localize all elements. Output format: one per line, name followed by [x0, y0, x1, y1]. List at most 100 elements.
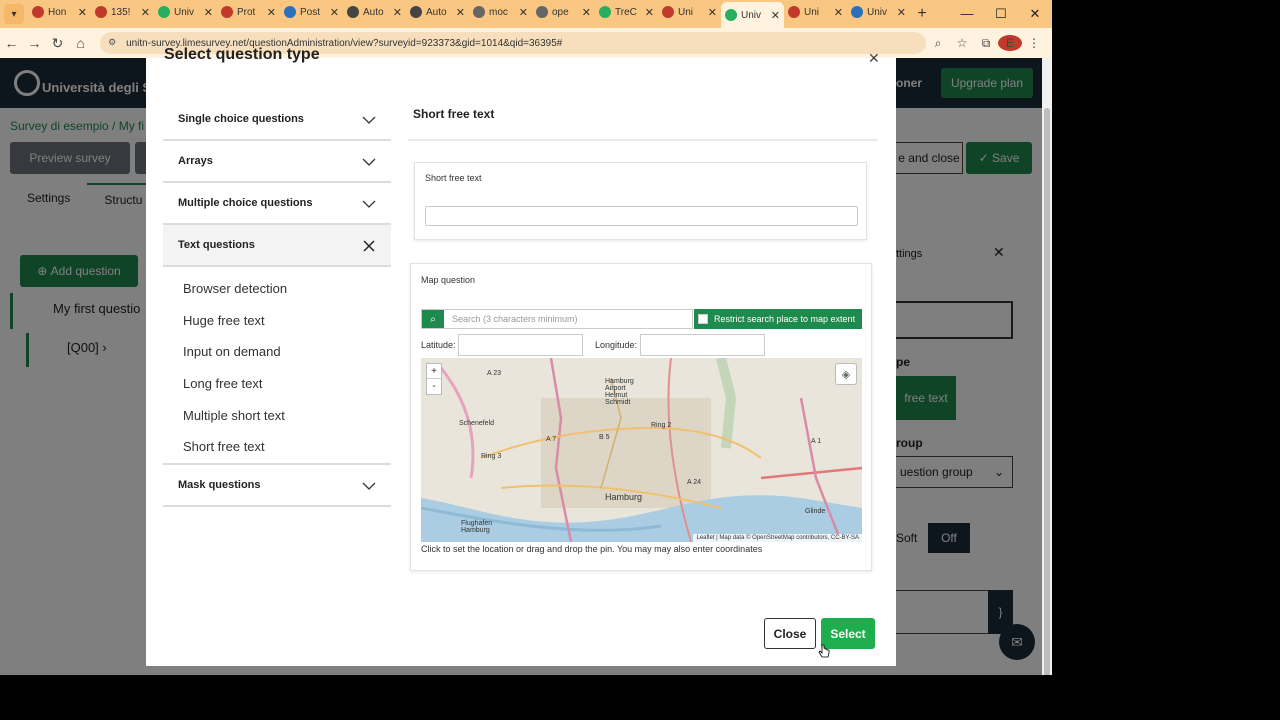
tab-close-icon[interactable]: ✕ — [834, 6, 843, 19]
question-type-input-on-demand[interactable]: Input on demand — [183, 336, 391, 368]
tab-close-icon[interactable]: ✕ — [582, 6, 591, 19]
tab-close-icon[interactable]: ✕ — [204, 6, 213, 19]
category-label: Multiple choice questions — [178, 197, 313, 209]
question-type-multiple-short-text[interactable]: Multiple short text — [183, 399, 391, 431]
map-label: Ring 3 — [481, 453, 502, 460]
category-multiple-choice[interactable]: Multiple choice questions — [163, 183, 391, 225]
tab-close-icon[interactable]: ✕ — [708, 6, 717, 19]
page-scrollbar[interactable] — [1042, 58, 1052, 675]
browser-tab[interactable]: ope ✕ — [532, 0, 595, 24]
address-bar-row: ← → ↻ ⌂ ⚙ unitn-survey.limesurvey.net/qu… — [0, 28, 1052, 58]
browser-tab[interactable]: moc ✕ — [469, 0, 532, 24]
latitude-label: Latitude: — [421, 340, 456, 350]
search-icon[interactable]: ⌕ — [422, 310, 444, 328]
tab-title: Univ — [867, 6, 888, 18]
browser-tab[interactable]: Uni ✕ — [658, 0, 721, 24]
longitude-input[interactable] — [640, 334, 765, 356]
new-tab-button[interactable]: + — [910, 5, 934, 23]
close-icon[interactable]: ✕ — [868, 50, 880, 67]
checkbox[interactable] — [698, 314, 708, 324]
tab-favicon-icon — [725, 9, 737, 21]
minimize-icon[interactable]: — — [950, 6, 984, 22]
zoom-in-button[interactable]: + — [427, 364, 441, 379]
map-caption: Click to set the location or drag and dr… — [421, 544, 763, 554]
tab-close-icon[interactable]: ✕ — [393, 6, 402, 19]
category-arrays[interactable]: Arrays — [163, 141, 391, 183]
question-type-browser-detection[interactable]: Browser detection — [183, 273, 391, 305]
back-icon[interactable]: ← — [0, 35, 23, 51]
menu-kebab-icon[interactable]: ⋮ — [1022, 36, 1046, 50]
tab-title: Univ — [741, 9, 762, 21]
question-category-accordion: Single choice questions Arrays Multiple … — [163, 99, 391, 507]
preview-text-input[interactable] — [425, 206, 858, 226]
map-label: A 24 — [687, 479, 702, 486]
tab-title: Hon — [48, 6, 67, 18]
tab-favicon-icon — [158, 6, 170, 18]
map-search-input[interactable]: ⌕ Search (3 characters minimum) — [421, 309, 693, 329]
tab-close-icon[interactable]: ✕ — [78, 6, 87, 19]
tab-close-icon[interactable]: ✕ — [645, 6, 654, 19]
reload-icon[interactable]: ↻ — [46, 35, 69, 52]
forward-icon[interactable]: → — [23, 35, 46, 51]
tab-favicon-icon — [599, 6, 611, 18]
browser-tab[interactable]: TreC ✕ — [595, 0, 658, 24]
preview-question-label: Short free text — [425, 173, 482, 183]
chevron-down-icon — [362, 200, 376, 208]
tab-close-icon[interactable]: ✕ — [141, 6, 150, 19]
tab-close-icon[interactable]: ✕ — [519, 6, 528, 19]
tab-close-icon[interactable]: ✕ — [897, 6, 906, 19]
latitude-input[interactable] — [458, 334, 583, 356]
extensions-icon[interactable]: ⧉ — [974, 36, 998, 51]
bookmark-star-icon[interactable]: ☆ — [950, 36, 974, 50]
category-text-questions[interactable]: Text questions — [163, 225, 391, 267]
tab-close-icon[interactable]: ✕ — [267, 6, 276, 19]
browser-tab[interactable]: Hon ✕ — [28, 0, 91, 24]
browser-window: ▾ Hon ✕ 135! ✕ Univ ✕ Prot ✕ Post ✕ Auto ✕ Auto ✕ moc ✕… — [0, 0, 1052, 675]
site-info-icon[interactable]: ⚙ — [108, 37, 118, 47]
zoom-icon[interactable]: ⌕ — [926, 36, 950, 51]
home-icon[interactable]: ⌂ — [69, 35, 92, 51]
question-type-huge-free-text[interactable]: Huge free text — [183, 305, 391, 337]
question-type-long-free-text[interactable]: Long free text — [183, 368, 391, 400]
map-label: Schenefeld — [459, 420, 495, 427]
browser-tab[interactable]: Univ ✕ — [721, 2, 784, 28]
browser-tab[interactable]: Univ ✕ — [154, 0, 217, 24]
question-type-short-free-text[interactable]: Short free text — [183, 431, 391, 463]
short-free-text-preview: Short free text — [414, 162, 867, 240]
browser-tab[interactable]: Uni ✕ — [784, 0, 847, 24]
map-canvas[interactable]: A 23 Hamburg Airport Helmut Schmidt Sche… — [421, 358, 862, 542]
browser-tab[interactable]: Prot ✕ — [217, 0, 280, 24]
tab-title: ope — [552, 6, 569, 18]
browser-tab[interactable]: Univ ✕ — [847, 0, 910, 24]
category-single-choice[interactable]: Single choice questions — [163, 99, 391, 141]
maximize-icon[interactable]: ☐ — [984, 6, 1018, 22]
zoom-out-button[interactable]: - — [427, 379, 441, 394]
tab-search-icon[interactable]: ▾ — [4, 4, 24, 24]
tabs: Hon ✕ 135! ✕ Univ ✕ Prot ✕ Post ✕ Auto ✕ Auto ✕ moc ✕ op… — [28, 0, 910, 28]
preview-title: Short free text — [408, 99, 878, 141]
category-label: Single choice questions — [178, 113, 304, 125]
map-label: Glinde — [805, 508, 826, 515]
map-label: A 7 — [546, 436, 557, 443]
tab-close-icon[interactable]: ✕ — [456, 6, 465, 19]
select-question-type-modal: Select question type ✕ Single choice que… — [146, 46, 896, 666]
layers-icon[interactable]: ◈ — [835, 363, 857, 385]
chevron-down-icon — [362, 116, 376, 124]
restrict-search-checkbox[interactable]: Restrict search place to map extent — [694, 309, 862, 329]
browser-tab[interactable]: Auto ✕ — [343, 0, 406, 24]
tab-close-icon[interactable]: ✕ — [771, 9, 780, 22]
text-questions-list: Browser detection Huge free text Input o… — [163, 267, 391, 465]
browser-tab[interactable]: Post ✕ — [280, 0, 343, 24]
close-window-icon[interactable]: ✕ — [1018, 6, 1052, 22]
tab-close-icon[interactable]: ✕ — [330, 6, 339, 19]
browser-tab[interactable]: Auto ✕ — [406, 0, 469, 24]
browser-tab[interactable]: 135! ✕ — [91, 0, 154, 24]
tab-favicon-icon — [788, 6, 800, 18]
category-mask-questions[interactable]: Mask questions — [163, 465, 391, 507]
scroll-thumb[interactable] — [1044, 108, 1050, 675]
tab-title: TreC — [615, 6, 637, 18]
close-button[interactable]: Close — [764, 618, 816, 649]
profile-avatar[interactable]: E — [998, 35, 1022, 51]
tab-title: Post — [300, 6, 321, 18]
tab-favicon-icon — [473, 6, 485, 18]
